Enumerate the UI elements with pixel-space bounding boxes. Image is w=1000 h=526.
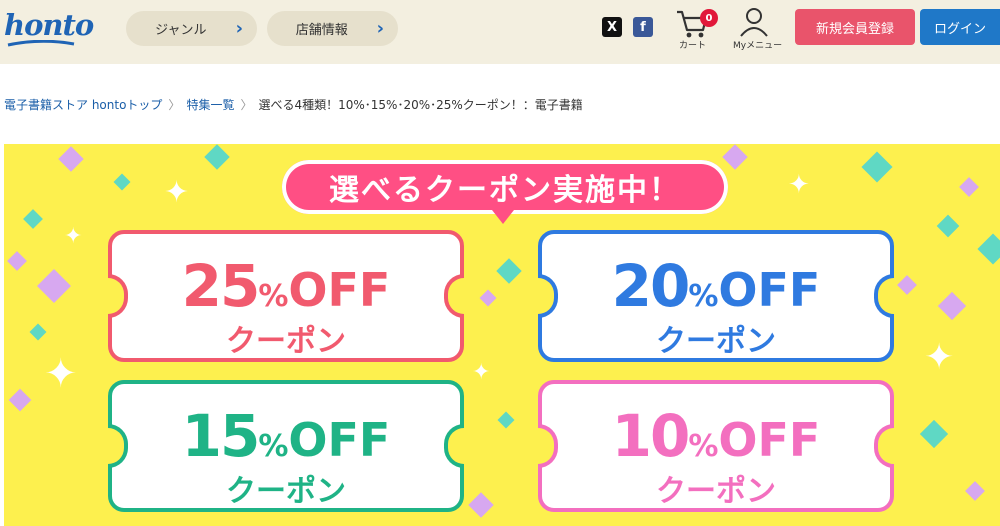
nav-genre-button[interactable]: ジャンル › (126, 11, 257, 46)
confetti-decoration (861, 151, 893, 183)
coupon-off: OFF (288, 413, 391, 467)
breadcrumb-separator: 〉 (240, 98, 253, 112)
confetti-decoration (959, 177, 979, 197)
confetti-decoration (496, 258, 522, 284)
coupon-number: 10 (611, 402, 691, 470)
confetti-decoration (37, 269, 71, 303)
confetti-decoration (936, 214, 960, 238)
sparkle-icon: ✦ (164, 175, 190, 210)
confetti-decoration (722, 144, 748, 170)
confetti-decoration (204, 144, 230, 170)
nav-genre-label: ジャンル (155, 23, 207, 38)
coupon-10-off[interactable]: 10%OFF クーポン (538, 380, 894, 512)
breadcrumb-current: 選べる4種類！10%･15%･20%･25%クーポン！：電子書籍 (258, 98, 583, 112)
register-button[interactable]: 新規会員登録 (795, 9, 915, 45)
confetti-decoration (8, 388, 32, 412)
coupon-off: OFF (718, 413, 821, 467)
cart-count-badge: 0 (700, 9, 718, 27)
breadcrumb-separator: 〉 (168, 98, 181, 112)
breadcrumb: 電子書籍ストア hontoトップ 〉 特集一覧 〉 選べる4種類！10%･15%… (4, 96, 583, 113)
logo-swoosh-icon (7, 40, 75, 47)
confetti-decoration (897, 275, 917, 295)
coupon-percent: % (688, 279, 719, 314)
coupon-label: クーポン (226, 324, 346, 359)
confetti-decoration (965, 481, 985, 501)
coupon-number: 15 (181, 402, 261, 470)
cart-label: カート (679, 41, 707, 51)
coupon-20-off[interactable]: 20%OFF クーポン (538, 230, 894, 362)
confetti-decoration (977, 233, 1000, 265)
sparkle-icon: ✦ (64, 224, 83, 249)
campaign-title: 選べるクーポン実施中！ (282, 160, 728, 214)
sparkle-icon: ✦ (924, 337, 955, 378)
confetti-decoration (29, 323, 47, 341)
confetti-decoration (113, 173, 131, 191)
mymenu-label: Myメニュー (733, 41, 783, 51)
facebook-share-icon[interactable]: f (633, 17, 653, 37)
coupon-percent: % (688, 429, 719, 464)
login-button[interactable]: ログイン (920, 9, 1000, 45)
confetti-decoration (7, 251, 27, 271)
sparkle-icon: ✦ (472, 360, 491, 385)
coupon-15-off[interactable]: 15%OFF クーポン (108, 380, 464, 512)
user-icon[interactable] (736, 6, 772, 38)
coupon-off: OFF (288, 263, 391, 317)
confetti-decoration (937, 291, 967, 321)
coupon-label: クーポン (226, 474, 346, 509)
confetti-decoration (919, 419, 949, 449)
coupon-discount: 10%OFF (542, 402, 890, 470)
chevron-right-icon: › (235, 18, 243, 39)
coupon-25-off[interactable]: 25%OFF クーポン (108, 230, 464, 362)
honto-logo[interactable]: honto (4, 8, 94, 42)
coupon-discount: 20%OFF (542, 252, 890, 320)
coupon-number: 25 (181, 252, 261, 320)
confetti-decoration (479, 289, 497, 307)
breadcrumb-link-top[interactable]: 電子書籍ストア hontoトップ (4, 96, 162, 113)
site-header: honto ジャンル › 店舗情報 › X f 0 カート Myメニュー 新規会… (0, 0, 1000, 64)
sparkle-icon: ✦ (788, 170, 810, 200)
coupon-campaign-banner[interactable]: ✦ ✦ ✦ ✦ ✦ ✦ 選べるクーポン実施中！ 25%OFF クーポン 20%O… (4, 144, 1000, 526)
confetti-decoration (468, 492, 494, 518)
coupon-discount: 15%OFF (112, 402, 460, 470)
chevron-right-icon: › (376, 18, 384, 39)
title-pointer (492, 210, 514, 224)
coupon-number: 20 (611, 252, 691, 320)
coupon-percent: % (258, 429, 289, 464)
nav-store-info-label: 店舗情報 (295, 23, 348, 38)
coupon-label: クーポン (656, 324, 776, 359)
breadcrumb-link-features[interactable]: 特集一覧 (186, 96, 234, 113)
x-share-icon[interactable]: X (602, 17, 622, 37)
confetti-decoration (58, 146, 84, 172)
coupon-off: OFF (718, 263, 821, 317)
sparkle-icon: ✦ (44, 351, 78, 397)
confetti-decoration (497, 411, 515, 429)
confetti-decoration (23, 209, 43, 229)
coupon-label: クーポン (656, 474, 776, 509)
coupon-discount: 25%OFF (112, 252, 460, 320)
coupon-percent: % (258, 279, 289, 314)
nav-store-info-button[interactable]: 店舗情報 › (267, 11, 398, 46)
